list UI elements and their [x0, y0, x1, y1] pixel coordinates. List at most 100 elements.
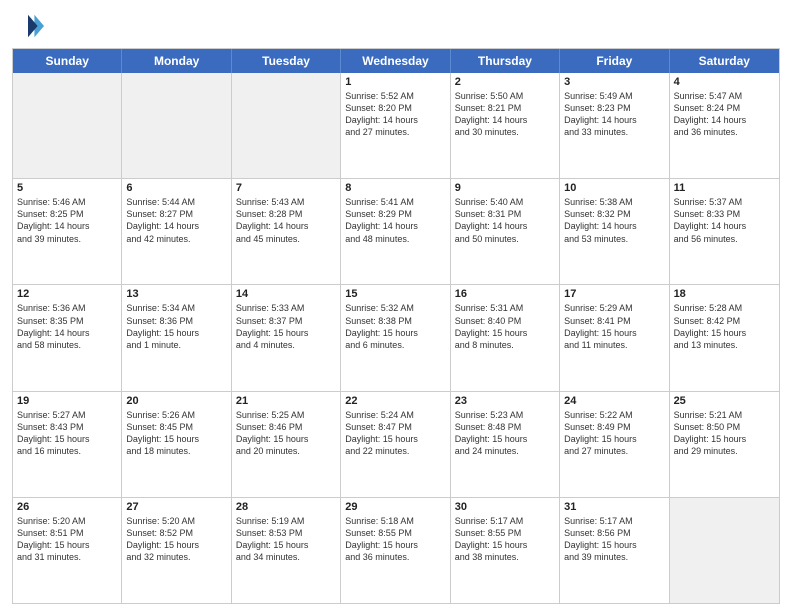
logo-icon	[12, 10, 44, 42]
calendar-cell: 16Sunrise: 5:31 AM Sunset: 8:40 PM Dayli…	[451, 285, 560, 390]
cell-info: Sunrise: 5:22 AM Sunset: 8:49 PM Dayligh…	[564, 409, 664, 458]
cell-info: Sunrise: 5:29 AM Sunset: 8:41 PM Dayligh…	[564, 302, 664, 351]
calendar-cell: 21 Sunrise: 5:25 AM Sunset: 8:46 PM Dayli…	[232, 392, 341, 497]
cell-info: Sunrise: 5:18 AM Sunset: 8:55 PM Dayligh…	[345, 515, 445, 564]
day-number: 12	[17, 288, 117, 300]
calendar-cell: 26 Sunrise: 5:20 AM Sunset: 8:51 PM Dayli…	[13, 498, 122, 603]
day-header-wednesday: Wednesday	[341, 49, 450, 73]
calendar-cell: 11 Sunrise: 5:37 AM Sunset: 8:33 PM Dayli…	[670, 179, 779, 284]
calendar-cell: 31 Sunrise: 5:17 AM Sunset: 8:56 PM Dayli…	[560, 498, 669, 603]
cell-info: Sunrise: 5:33 AM Sunset: 8:37 PM Dayligh…	[236, 302, 336, 351]
calendar-cell: 29 Sunrise: 5:18 AM Sunset: 8:55 PM Dayli…	[341, 498, 450, 603]
calendar-cell: 23 Sunrise: 5:23 AM Sunset: 8:48 PM Dayli…	[451, 392, 560, 497]
calendar-cell: 13Sunrise: 5:34 AM Sunset: 8:36 PM Dayli…	[122, 285, 231, 390]
day-number: 6	[126, 182, 226, 194]
cell-info: Sunrise: 5:23 AM Sunset: 8:48 PM Dayligh…	[455, 409, 555, 458]
calendar-cell: 3 Sunrise: 5:49 AM Sunset: 8:23 PM Daylig…	[560, 73, 669, 178]
cell-info: Sunrise: 5:50 AM Sunset: 8:21 PM Dayligh…	[455, 90, 555, 139]
cell-info: Sunrise: 5:43 AM Sunset: 8:28 PM Dayligh…	[236, 196, 336, 245]
day-number: 18	[674, 288, 775, 300]
cell-info: Sunrise: 5:17 AM Sunset: 8:56 PM Dayligh…	[564, 515, 664, 564]
calendar-cell: 12 Sunrise: 5:36 AM Sunset: 8:35 PM Dayli…	[13, 285, 122, 390]
calendar-cell: 27 Sunrise: 5:20 AM Sunset: 8:52 PM Dayli…	[122, 498, 231, 603]
calendar-body: 1 Sunrise: 5:52 AM Sunset: 8:20 PM Daylig…	[13, 73, 779, 603]
header	[12, 10, 780, 42]
calendar-cell: 17 Sunrise: 5:29 AM Sunset: 8:41 PM Dayli…	[560, 285, 669, 390]
week-row-2: 5Sunrise: 5:46 AM Sunset: 8:25 PM Daylig…	[13, 178, 779, 284]
calendar-cell: 19 Sunrise: 5:27 AM Sunset: 8:43 PM Dayli…	[13, 392, 122, 497]
calendar-header: SundayMondayTuesdayWednesdayThursdayFrid…	[13, 49, 779, 73]
day-header-tuesday: Tuesday	[232, 49, 341, 73]
day-number: 10	[564, 182, 664, 194]
day-number: 20	[126, 395, 226, 407]
calendar-cell: 15 Sunrise: 5:32 AM Sunset: 8:38 PM Dayli…	[341, 285, 450, 390]
cell-info: Sunrise: 5:31 AM Sunset: 8:40 PM Dayligh…	[455, 302, 555, 351]
cell-info: Sunrise: 5:24 AM Sunset: 8:47 PM Dayligh…	[345, 409, 445, 458]
cell-info: Sunrise: 5:41 AM Sunset: 8:29 PM Dayligh…	[345, 196, 445, 245]
day-number: 31	[564, 501, 664, 513]
cell-info: Sunrise: 5:19 AM Sunset: 8:53 PM Dayligh…	[236, 515, 336, 564]
cell-info: Sunrise: 5:27 AM Sunset: 8:43 PM Dayligh…	[17, 409, 117, 458]
week-row-5: 26 Sunrise: 5:20 AM Sunset: 8:51 PM Dayli…	[13, 497, 779, 603]
day-number: 21	[236, 395, 336, 407]
day-number: 28	[236, 501, 336, 513]
cell-info: Sunrise: 5:20 AM Sunset: 8:52 PM Dayligh…	[126, 515, 226, 564]
day-number: 29	[345, 501, 445, 513]
cell-info: Sunrise: 5:28 AM Sunset: 8:42 PM Dayligh…	[674, 302, 775, 351]
cell-info: Sunrise: 5:25 AM Sunset: 8:46 PM Dayligh…	[236, 409, 336, 458]
calendar-cell: 20 Sunrise: 5:26 AM Sunset: 8:45 PM Dayli…	[122, 392, 231, 497]
day-number: 7	[236, 182, 336, 194]
calendar-cell	[670, 498, 779, 603]
cell-info: Sunrise: 5:32 AM Sunset: 8:38 PM Dayligh…	[345, 302, 445, 351]
week-row-1: 1 Sunrise: 5:52 AM Sunset: 8:20 PM Daylig…	[13, 73, 779, 178]
day-number: 27	[126, 501, 226, 513]
logo	[12, 10, 48, 42]
calendar-cell: 25Sunrise: 5:21 AM Sunset: 8:50 PM Dayli…	[670, 392, 779, 497]
day-number: 14	[236, 288, 336, 300]
cell-info: Sunrise: 5:52 AM Sunset: 8:20 PM Dayligh…	[345, 90, 445, 139]
calendar-cell: 22 Sunrise: 5:24 AM Sunset: 8:47 PM Dayli…	[341, 392, 450, 497]
cell-info: Sunrise: 5:47 AM Sunset: 8:24 PM Dayligh…	[674, 90, 775, 139]
cell-info: Sunrise: 5:37 AM Sunset: 8:33 PM Dayligh…	[674, 196, 775, 245]
day-number: 19	[17, 395, 117, 407]
day-number: 8	[345, 182, 445, 194]
day-header-sunday: Sunday	[13, 49, 122, 73]
cell-info: Sunrise: 5:21 AM Sunset: 8:50 PM Dayligh…	[674, 409, 775, 458]
day-number: 4	[674, 76, 775, 88]
cell-info: Sunrise: 5:49 AM Sunset: 8:23 PM Dayligh…	[564, 90, 664, 139]
cell-info: Sunrise: 5:40 AM Sunset: 8:31 PM Dayligh…	[455, 196, 555, 245]
calendar-cell: 24Sunrise: 5:22 AM Sunset: 8:49 PM Dayli…	[560, 392, 669, 497]
calendar-cell: 10Sunrise: 5:38 AM Sunset: 8:32 PM Dayli…	[560, 179, 669, 284]
calendar-cell: 7 Sunrise: 5:43 AM Sunset: 8:28 PM Daylig…	[232, 179, 341, 284]
calendar-cell: 5Sunrise: 5:46 AM Sunset: 8:25 PM Daylig…	[13, 179, 122, 284]
page: SundayMondayTuesdayWednesdayThursdayFrid…	[0, 0, 792, 612]
day-number: 1	[345, 76, 445, 88]
cell-info: Sunrise: 5:17 AM Sunset: 8:55 PM Dayligh…	[455, 515, 555, 564]
day-number: 3	[564, 76, 664, 88]
day-number: 23	[455, 395, 555, 407]
week-row-4: 19 Sunrise: 5:27 AM Sunset: 8:43 PM Dayli…	[13, 391, 779, 497]
day-header-monday: Monday	[122, 49, 231, 73]
calendar: SundayMondayTuesdayWednesdayThursdayFrid…	[12, 48, 780, 604]
day-number: 9	[455, 182, 555, 194]
calendar-cell: 2 Sunrise: 5:50 AM Sunset: 8:21 PM Daylig…	[451, 73, 560, 178]
calendar-cell: 1 Sunrise: 5:52 AM Sunset: 8:20 PM Daylig…	[341, 73, 450, 178]
cell-info: Sunrise: 5:46 AM Sunset: 8:25 PM Dayligh…	[17, 196, 117, 245]
day-number: 11	[674, 182, 775, 194]
cell-info: Sunrise: 5:36 AM Sunset: 8:35 PM Dayligh…	[17, 302, 117, 351]
calendar-cell: 8 Sunrise: 5:41 AM Sunset: 8:29 PM Daylig…	[341, 179, 450, 284]
cell-info: Sunrise: 5:26 AM Sunset: 8:45 PM Dayligh…	[126, 409, 226, 458]
day-number: 22	[345, 395, 445, 407]
day-number: 15	[345, 288, 445, 300]
calendar-cell: 14 Sunrise: 5:33 AM Sunset: 8:37 PM Dayli…	[232, 285, 341, 390]
cell-info: Sunrise: 5:20 AM Sunset: 8:51 PM Dayligh…	[17, 515, 117, 564]
day-number: 30	[455, 501, 555, 513]
calendar-cell: 4 Sunrise: 5:47 AM Sunset: 8:24 PM Daylig…	[670, 73, 779, 178]
day-header-friday: Friday	[560, 49, 669, 73]
day-number: 26	[17, 501, 117, 513]
cell-info: Sunrise: 5:44 AM Sunset: 8:27 PM Dayligh…	[126, 196, 226, 245]
day-header-saturday: Saturday	[670, 49, 779, 73]
day-number: 2	[455, 76, 555, 88]
day-number: 17	[564, 288, 664, 300]
calendar-cell	[122, 73, 231, 178]
